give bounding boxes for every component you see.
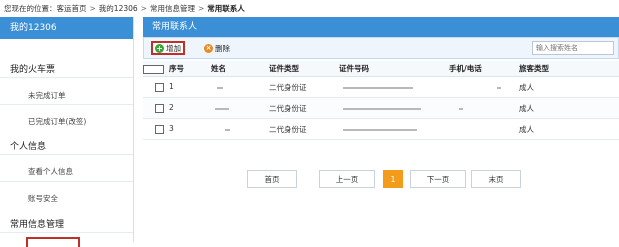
sidebar-item-view-personal-info[interactable]: 查看个人信息	[28, 166, 73, 177]
row-index: 1	[169, 82, 174, 92]
next-page-button[interactable]: 下一页	[410, 170, 466, 188]
search-input[interactable]	[532, 41, 614, 55]
row-index: 2	[169, 103, 174, 113]
panel-title: 常用联系人	[143, 17, 619, 37]
table-row[interactable]: 3 二代身份证 成人	[143, 118, 619, 140]
pagination: 首页 上一页 1 下一页 末页	[143, 170, 619, 190]
breadcrumb-separator: >	[140, 4, 147, 13]
header-id-type: 证件类型	[269, 61, 339, 77]
prev-page-button[interactable]: 上一页	[319, 170, 375, 188]
sidebar-title[interactable]: 我的12306	[0, 17, 133, 39]
contacts-table: 序号 姓名 证件类型 证件号码 手机/电话 旅客类型 1 二代身份证 成人 2 …	[143, 61, 619, 140]
row-id-type: 二代身份证	[269, 76, 339, 98]
masked-id-number	[343, 86, 413, 89]
row-passenger-type: 成人	[519, 118, 619, 140]
sidebar-section-common-info[interactable]: 常用信息管理	[10, 217, 64, 230]
breadcrumb-home-link[interactable]: 客运首页	[57, 4, 87, 13]
header-index-label: 序号	[169, 64, 184, 73]
breadcrumb-my12306-link[interactable]: 我的12306	[99, 4, 138, 13]
current-page[interactable]: 1	[383, 170, 403, 188]
sidebar-item-account-security[interactable]: 账号安全	[28, 193, 58, 204]
row-passenger-type: 成人	[519, 97, 619, 119]
row-passenger-type: 成人	[519, 76, 619, 98]
breadcrumb: 您现在的位置：客运首页 > 我的12306 > 常用信息管理 > 常用联系人	[4, 3, 245, 15]
masked-phone	[497, 86, 501, 89]
sidebar-item-unfinished-orders[interactable]: 未完成订单	[28, 90, 66, 101]
first-page-button[interactable]: 首页	[247, 170, 297, 188]
breadcrumb-separator: >	[89, 4, 96, 13]
row-id-type: 二代身份证	[269, 118, 339, 140]
delete-button-label: 删除	[215, 44, 230, 53]
last-page-button[interactable]: 末页	[471, 170, 521, 188]
header-id-number: 证件号码	[339, 61, 449, 77]
masked-name	[217, 86, 223, 89]
table-row[interactable]: 1 二代身份证 成人	[143, 76, 619, 98]
row-checkbox[interactable]	[155, 124, 164, 134]
table-header-row: 序号 姓名 证件类型 证件号码 手机/电话 旅客类型	[143, 61, 619, 77]
breadcrumb-current: 常用联系人	[207, 4, 245, 13]
breadcrumb-prefix: 您现在的位置：	[4, 4, 57, 13]
masked-id-number	[343, 128, 417, 131]
sidebar-item-completed-orders[interactable]: 已完成订单(改签)	[28, 116, 86, 127]
breadcrumb-separator: >	[197, 4, 205, 13]
divider	[0, 154, 133, 155]
sidebar-section-my-tickets[interactable]: 我的火车票	[10, 62, 55, 75]
masked-name	[215, 107, 229, 110]
row-checkbox[interactable]	[155, 103, 164, 113]
masked-phone	[459, 107, 463, 110]
masked-name	[225, 128, 230, 131]
divider	[0, 181, 133, 182]
sidebar-section-personal-info[interactable]: 个人信息	[10, 139, 46, 152]
header-passenger-type: 旅客类型	[519, 61, 619, 77]
row-index: 3	[169, 124, 174, 134]
add-button[interactable]: + 增加	[151, 41, 185, 55]
delete-icon: ×	[204, 44, 213, 53]
table-row[interactable]: 2 二代身份证 成人	[143, 97, 619, 119]
divider	[0, 232, 133, 233]
header-phone: 手机/电话	[449, 61, 519, 77]
divider	[0, 104, 133, 105]
divider	[0, 77, 133, 78]
add-button-label: 增加	[166, 43, 181, 53]
masked-id-number	[343, 107, 421, 110]
plus-icon: +	[155, 43, 164, 53]
sidebar-item-highlight[interactable]	[26, 237, 80, 247]
contacts-panel: 常用联系人 + 增加 × 删除 序号 姓名 证件类型 证件号码 手机/电话 旅客…	[143, 17, 619, 242]
breadcrumb-common-info-link[interactable]: 常用信息管理	[150, 4, 195, 13]
header-name: 姓名	[211, 61, 269, 77]
toolbar: + 增加 × 删除	[143, 37, 619, 59]
select-all-checkbox[interactable]	[143, 64, 164, 74]
row-checkbox[interactable]	[155, 82, 164, 92]
sidebar: 我的12306 我的火车票 未完成订单 已完成订单(改签) 个人信息 查看个人信…	[0, 17, 134, 242]
row-id-type: 二代身份证	[269, 97, 339, 119]
delete-button[interactable]: × 删除	[204, 42, 230, 55]
header-index: 序号	[143, 61, 211, 77]
